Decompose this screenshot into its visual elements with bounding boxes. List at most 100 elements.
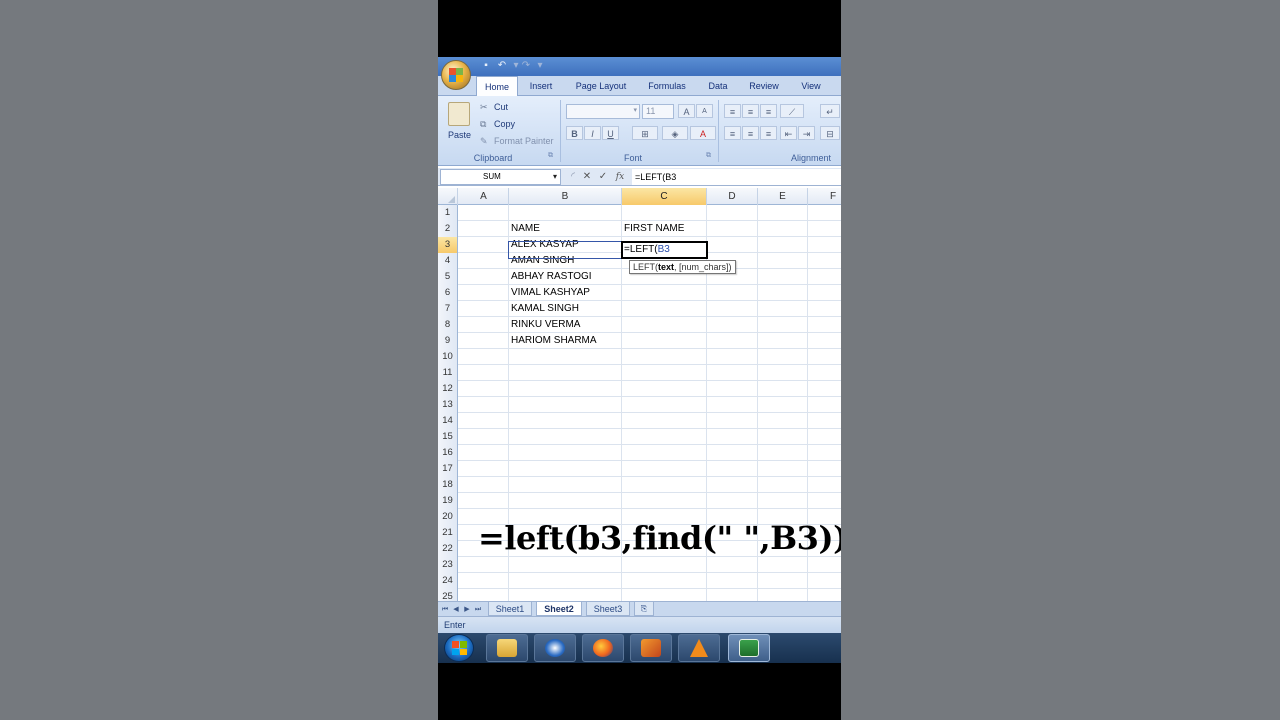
font-launcher-icon[interactable]: ⧉ xyxy=(706,152,711,160)
cell-b5[interactable]: ABHAY RASTOGI xyxy=(508,269,621,285)
row-header[interactable]: 6 xyxy=(438,285,458,301)
column-header-d[interactable]: D xyxy=(707,188,758,205)
row-header[interactable]: 20 xyxy=(438,509,458,525)
wrap-text-icon[interactable]: ↵ xyxy=(820,104,840,118)
row-header[interactable]: 1 xyxy=(438,205,458,221)
align-bottom-icon[interactable]: ≡ xyxy=(760,104,777,118)
sheet-tab-sheet3[interactable]: Sheet3 xyxy=(586,602,630,616)
copy-button[interactable]: Copy xyxy=(494,119,515,129)
insert-sheet-icon[interactable]: ⎘ xyxy=(634,602,654,616)
column-header-f[interactable]: F xyxy=(808,188,841,205)
next-sheet-icon[interactable]: ▶ xyxy=(462,604,472,615)
paste-icon[interactable] xyxy=(448,102,470,126)
tab-insert[interactable]: Insert xyxy=(522,76,560,96)
align-left-icon[interactable]: ≡ xyxy=(724,126,741,140)
tab-view[interactable]: View xyxy=(794,76,828,96)
font-name-combo[interactable]: ▾ xyxy=(566,104,640,119)
orientation-icon[interactable]: ⟋ xyxy=(780,104,804,118)
taskbar-app[interactable] xyxy=(630,634,672,662)
increase-indent-icon[interactable]: ⇥ xyxy=(798,126,815,140)
italic-button[interactable]: I xyxy=(584,126,601,140)
cut-button[interactable]: Cut xyxy=(494,102,508,112)
taskbar-media-player[interactable] xyxy=(534,634,576,662)
tab-formulas[interactable]: Formulas xyxy=(642,76,692,96)
font-color-icon[interactable]: A xyxy=(690,126,716,140)
column-header-b[interactable]: B xyxy=(509,188,622,205)
font-size-combo[interactable]: 11 xyxy=(642,104,674,119)
cell-b9[interactable]: HARIOM SHARMA xyxy=(508,333,621,349)
row-header[interactable]: 17 xyxy=(438,461,458,477)
cell-b2[interactable]: NAME xyxy=(508,221,621,237)
name-box[interactable]: SUM ▾ xyxy=(440,169,561,185)
row-header[interactable]: 10 xyxy=(438,349,458,365)
sheet-tab-sheet2[interactable]: Sheet2 xyxy=(536,602,582,616)
insert-function-icon[interactable]: fx xyxy=(613,170,627,184)
column-header-a[interactable]: A xyxy=(459,188,509,205)
align-middle-icon[interactable]: ≡ xyxy=(742,104,759,118)
row-header[interactable]: 3 xyxy=(438,237,458,253)
fill-color-icon[interactable]: ◈ xyxy=(662,126,688,140)
row-header[interactable]: 18 xyxy=(438,477,458,493)
borders-icon[interactable]: ⊞ xyxy=(632,126,658,140)
row-header[interactable]: 5 xyxy=(438,269,458,285)
row-header[interactable]: 13 xyxy=(438,397,458,413)
row-header[interactable]: 11 xyxy=(438,365,458,381)
bold-button[interactable]: B xyxy=(566,126,583,140)
cell-b8[interactable]: RINKU VERMA xyxy=(508,317,621,333)
merge-center-icon[interactable]: ⊟ xyxy=(820,126,840,140)
first-sheet-icon[interactable]: ⏮ xyxy=(440,604,450,615)
column-header-e[interactable]: E xyxy=(758,188,808,205)
taskbar-vlc[interactable] xyxy=(678,634,720,662)
undo-icon[interactable]: ↶ xyxy=(496,60,508,72)
clipboard-launcher-icon[interactable]: ⧉ xyxy=(548,152,553,160)
taskbar-explorer[interactable] xyxy=(486,634,528,662)
cell-b7[interactable]: KAMAL SINGH xyxy=(508,301,621,317)
row-header[interactable]: 8 xyxy=(438,317,458,333)
select-all-button[interactable] xyxy=(438,188,458,205)
column-header-c[interactable]: C xyxy=(622,188,707,205)
row-header[interactable]: 2 xyxy=(438,221,458,237)
tab-home[interactable]: Home xyxy=(476,76,518,97)
start-button[interactable] xyxy=(444,634,474,662)
align-center-icon[interactable]: ≡ xyxy=(742,126,759,140)
cell-b6[interactable]: VIMAL KASHYAP xyxy=(508,285,621,301)
align-top-icon[interactable]: ≡ xyxy=(724,104,741,118)
shrink-font-icon[interactable]: A xyxy=(696,104,713,118)
row-header[interactable]: 12 xyxy=(438,381,458,397)
row-header[interactable]: 21 xyxy=(438,525,458,541)
prev-sheet-icon[interactable]: ◀ xyxy=(451,604,461,615)
underline-button[interactable]: U xyxy=(602,126,619,140)
last-sheet-icon[interactable]: ⏭ xyxy=(473,604,483,615)
align-right-icon[interactable]: ≡ xyxy=(760,126,777,140)
grow-font-icon[interactable]: A xyxy=(678,104,695,118)
active-cell-editor[interactable]: =LEFT(B3 xyxy=(623,243,706,257)
row-header[interactable]: 14 xyxy=(438,413,458,429)
sheet-tab-sheet1[interactable]: Sheet1 xyxy=(488,602,532,616)
row-header[interactable]: 16 xyxy=(438,445,458,461)
save-icon[interactable]: ▪ xyxy=(480,60,492,72)
decrease-indent-icon[interactable]: ⇤ xyxy=(780,126,797,140)
paste-button[interactable]: Paste xyxy=(448,130,471,140)
cancel-icon[interactable]: ✕ xyxy=(580,170,594,184)
tab-review[interactable]: Review xyxy=(744,76,784,96)
tab-page-layout[interactable]: Page Layout xyxy=(570,76,632,96)
row-header[interactable]: 7 xyxy=(438,301,458,317)
redo-icon[interactable]: ↷ xyxy=(520,60,532,72)
row-header[interactable]: 4 xyxy=(438,253,458,269)
tab-data[interactable]: Data xyxy=(702,76,734,96)
enter-check-icon[interactable]: ✓ xyxy=(596,170,610,184)
row-header[interactable]: 9 xyxy=(438,333,458,349)
row-header[interactable]: 24 xyxy=(438,573,458,589)
function-tooltip[interactable]: LEFT(text, [num_chars]) xyxy=(629,260,736,274)
cell-c2[interactable]: FIRST NAME xyxy=(621,221,706,237)
taskbar-excel[interactable] xyxy=(728,634,770,662)
row-header[interactable]: 19 xyxy=(438,493,458,509)
active-cell-c3[interactable]: =LEFT(B3 xyxy=(621,241,708,259)
row-header[interactable]: 23 xyxy=(438,557,458,573)
chevron-down-icon[interactable]: ▾ xyxy=(553,170,557,184)
customize-toolbar-icon[interactable]: ▾ xyxy=(534,60,546,72)
row-header[interactable]: 22 xyxy=(438,541,458,557)
taskbar-firefox[interactable] xyxy=(582,634,624,662)
format-painter-button[interactable]: Format Painter xyxy=(494,136,554,146)
office-button[interactable] xyxy=(441,60,471,90)
